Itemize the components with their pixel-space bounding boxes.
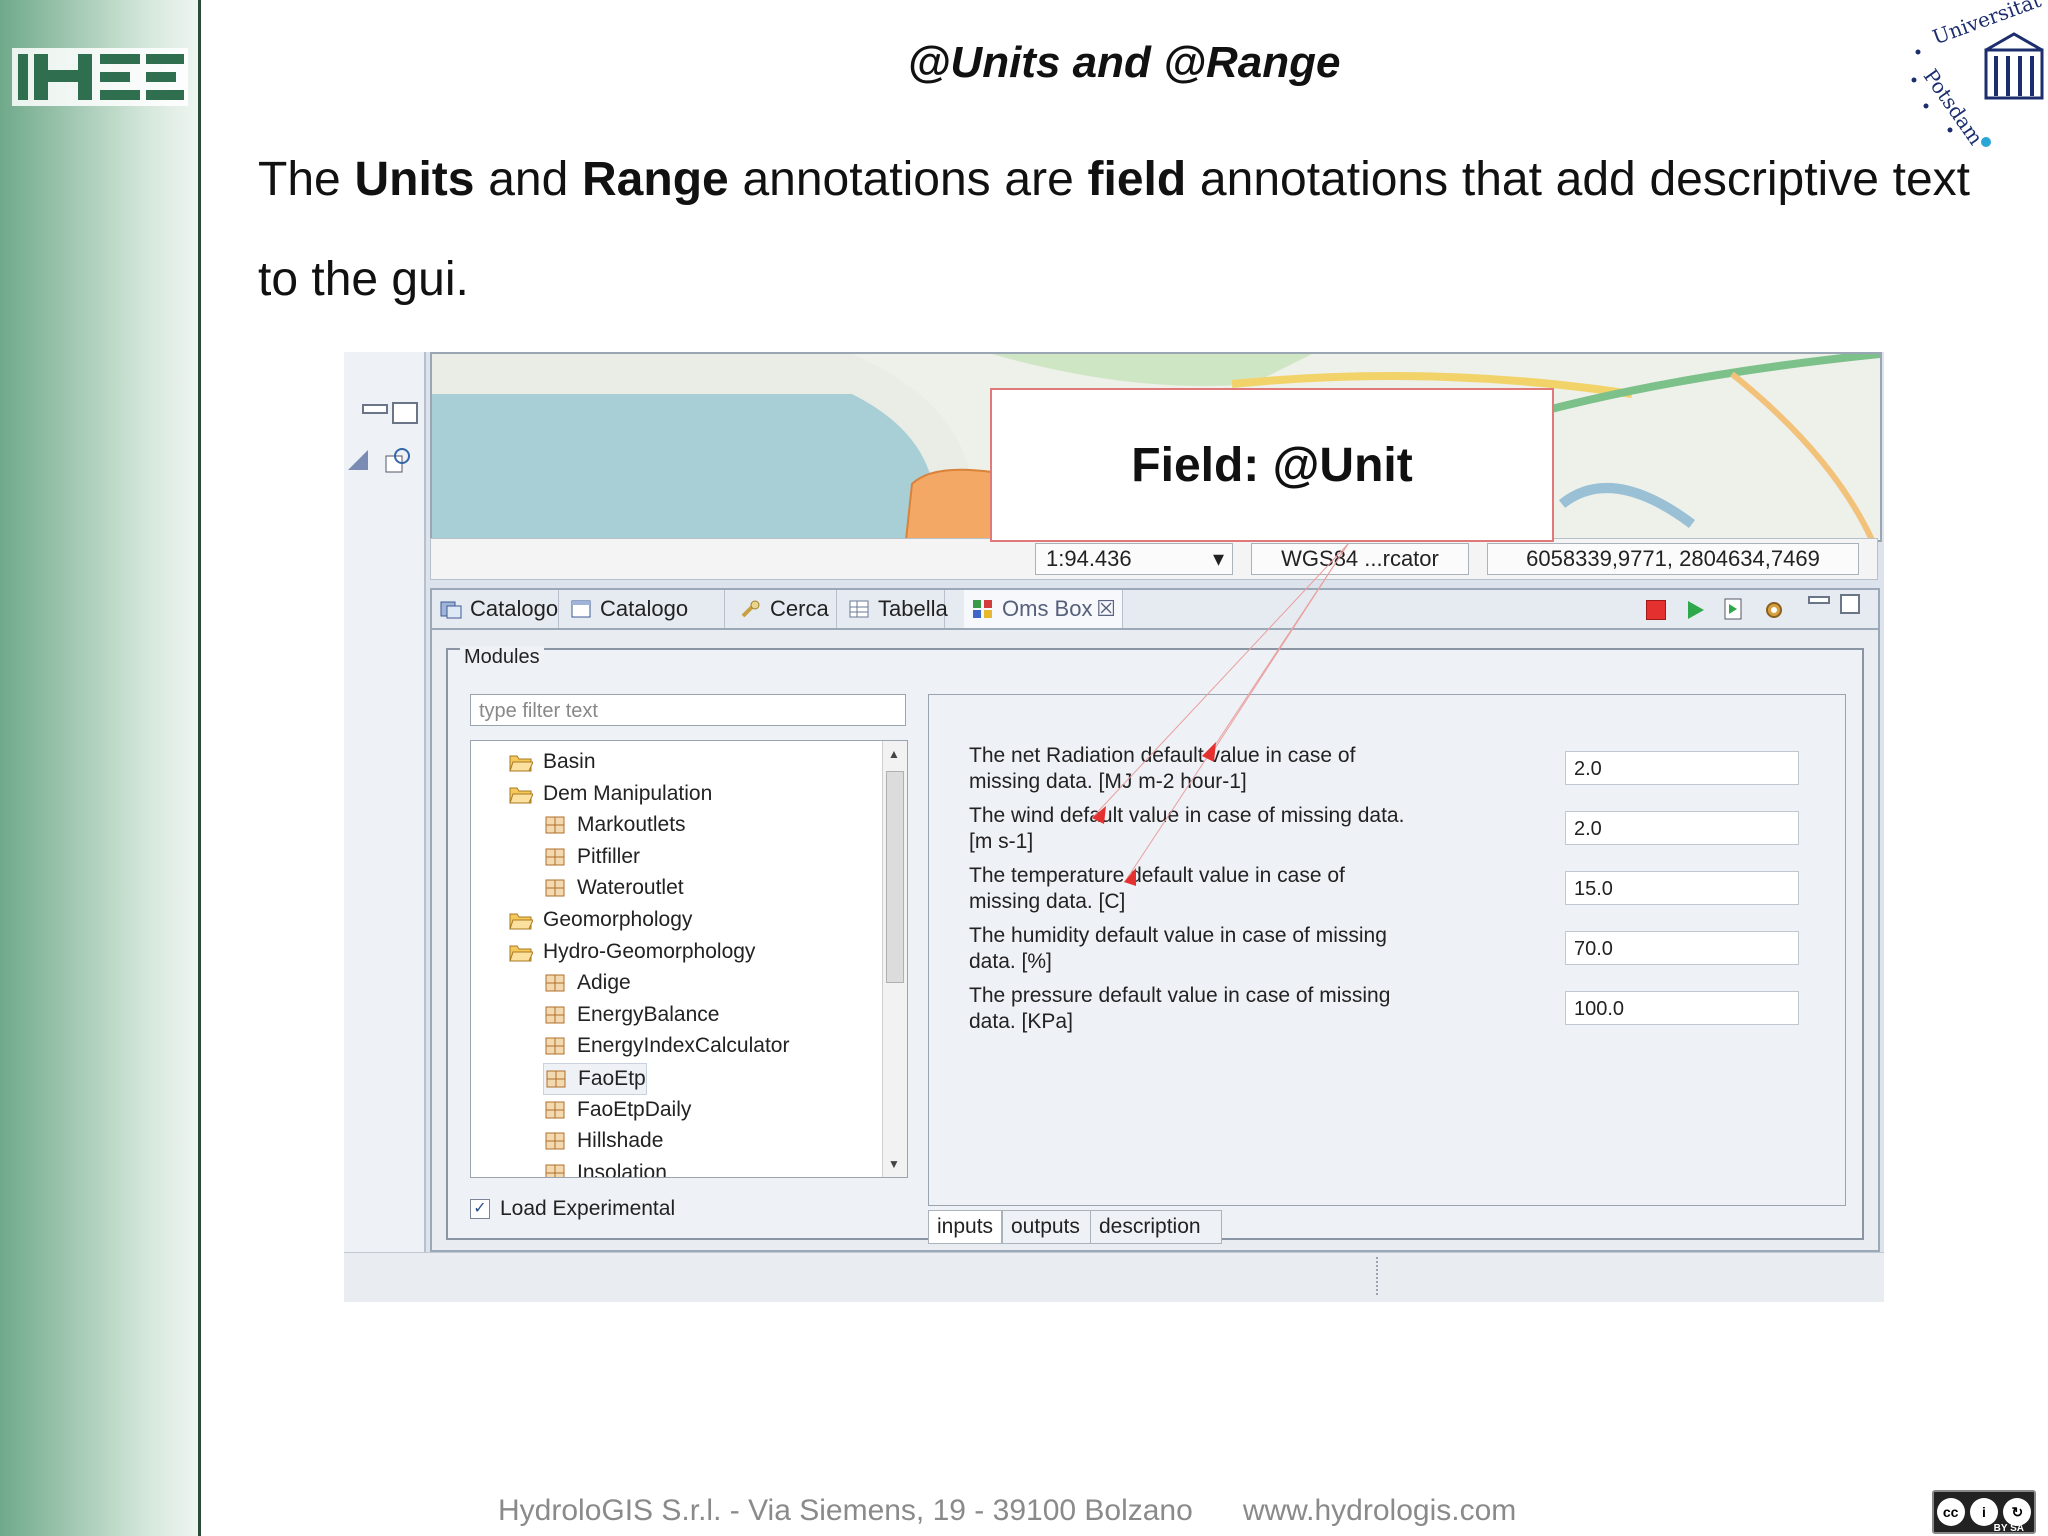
cc-icon: cc (1936, 1498, 1965, 1526)
body-bold-field: field (1087, 153, 1187, 206)
university-potsdam-logo: Universität Potsdam (1911, 0, 2044, 149)
cc-license-badge: cc i ↻ BY SA (1932, 1490, 2036, 1534)
slide-footer: HydroloGIS S.r.l. - Via Siemens, 19 - 39… (498, 1494, 1516, 1528)
by-icon: i (1969, 1498, 1998, 1526)
resize-handle[interactable] (1376, 1257, 1380, 1295)
body-text-part: The (258, 153, 355, 206)
body-bold-range: Range (582, 153, 729, 206)
arrow-head (1124, 868, 1136, 886)
body-text-part: annotations are (728, 153, 1088, 206)
app-bottom-bar (344, 1252, 1884, 1302)
callout-box: Field: @Unit (990, 388, 1554, 542)
hee-logo (12, 48, 188, 106)
arrow-head (1092, 806, 1106, 824)
footer-address: HydroloGIS S.r.l. - Via Siemens, 19 - 39… (498, 1494, 1193, 1527)
body-text-part: and (474, 153, 583, 206)
footer-website[interactable]: www.hydrologis.com (1243, 1494, 1516, 1527)
body-bold-units: Units (354, 153, 475, 206)
arrow-head (1202, 742, 1216, 762)
slide-sidebar (0, 0, 201, 1536)
slide-body-text: The Units and Range annotations are fiel… (258, 130, 1970, 330)
license-label: BY SA (1993, 1523, 2024, 1534)
slide-title: @Units and @Range (907, 38, 1341, 87)
sa-icon: ↻ (2003, 1498, 2032, 1526)
